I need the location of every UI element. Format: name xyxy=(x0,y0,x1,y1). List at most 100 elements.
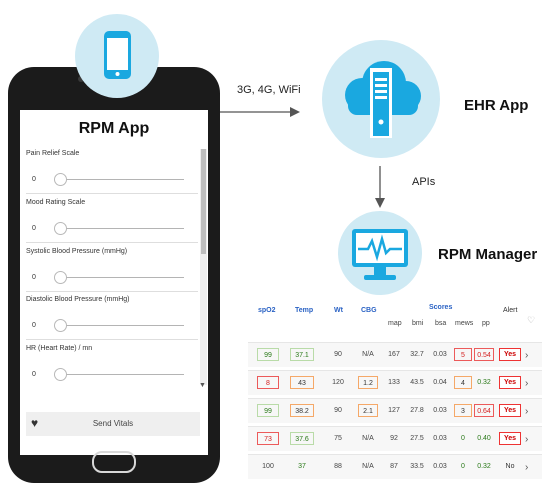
slider-thumb-mood-rating[interactable] xyxy=(54,222,67,235)
table-row[interactable]: 100 37 88 N/A 87 33.5 0.03 0 0.32 No › xyxy=(248,454,542,479)
cell-temp: 37 xyxy=(298,463,306,470)
cell-temp: 37.6 xyxy=(290,432,314,445)
slider-label-systolic: Systolic Blood Pressure (mmHg) xyxy=(26,248,128,255)
slider-value-diastolic: 0 xyxy=(32,322,36,329)
cell-pp: 0.64 xyxy=(474,404,494,417)
cell-cbg: 2.1 xyxy=(358,404,378,417)
table-row[interactable]: 8 43 120 1.2 133 43.5 0.04 4 0.32 Yes › xyxy=(248,370,542,395)
divider xyxy=(26,339,198,340)
slider-label-mood-rating: Mood Rating Scale xyxy=(26,199,86,206)
cell-map: 92 xyxy=(390,435,398,442)
cell-temp: 37.1 xyxy=(290,348,314,361)
header-map: map xyxy=(388,320,402,327)
chevron-right-icon[interactable]: › xyxy=(525,343,528,367)
cell-mews: 3 xyxy=(454,404,472,417)
table-row[interactable]: 99 38.2 90 2.1 127 27.8 0.03 3 0.64 Yes … xyxy=(248,398,542,423)
cell-bmi: 32.7 xyxy=(410,351,424,358)
slider-track-diastolic[interactable] xyxy=(62,325,184,326)
cell-temp: 43 xyxy=(290,376,314,389)
cell-spo2: 99 xyxy=(257,348,279,361)
cell-pp: 0.54 xyxy=(474,348,494,361)
smartphone-icon xyxy=(75,14,159,98)
cloud-server-icon xyxy=(322,40,440,158)
slider-thumb-heart-rate[interactable] xyxy=(54,368,67,381)
slider-value-pain-relief: 0 xyxy=(32,176,36,183)
cell-bsa: 0.03 xyxy=(433,463,447,470)
monitor-heartbeat-icon xyxy=(338,211,422,295)
header-bmi: bmi xyxy=(412,320,424,327)
alert-badge[interactable]: Yes xyxy=(499,376,521,389)
table-row[interactable]: 99 37.1 90 N/A 167 32.7 0.03 5 0.54 Yes … xyxy=(248,342,542,367)
smartphone-glyph xyxy=(104,31,131,79)
alert-badge[interactable]: Yes xyxy=(499,348,521,361)
header-wt: Wt xyxy=(334,307,343,314)
slider-track-heart-rate[interactable] xyxy=(62,374,184,375)
cell-spo2: 8 xyxy=(257,376,279,389)
send-vitals-label: Send Vitals xyxy=(92,419,134,428)
cell-pp: 0.40 xyxy=(477,435,491,442)
alert-badge[interactable]: Yes xyxy=(499,432,521,445)
cell-spo2: 100 xyxy=(262,463,274,470)
header-temp: Temp xyxy=(295,307,314,314)
cell-wt: 90 xyxy=(334,407,342,414)
chevron-right-icon[interactable]: › xyxy=(525,371,528,395)
header-spo2: spO2 xyxy=(258,307,276,314)
slider-track-systolic[interactable] xyxy=(62,277,184,278)
heart-outline-icon[interactable]: ♡ xyxy=(527,315,535,326)
table-row[interactable]: 73 37.6 75 N/A 92 27.5 0.03 0 0.40 Yes › xyxy=(248,426,542,451)
slider-thumb-pain-relief[interactable] xyxy=(54,173,67,186)
cell-wt: 90 xyxy=(334,351,342,358)
cell-map: 133 xyxy=(388,379,400,386)
cell-bmi: 43.5 xyxy=(410,379,424,386)
header-pp: pp xyxy=(482,320,490,327)
alert-badge[interactable]: Yes xyxy=(499,404,521,417)
vitals-table: spO2 Temp Wt CBG Scores map bmi bsa mews… xyxy=(248,296,542,486)
phone-mockup: RPM App ▼ Pain Relief Scale 0 Mood Ratin… xyxy=(8,67,220,483)
header-scores: Scores xyxy=(429,304,453,311)
cell-cbg: 1.2 xyxy=(358,376,378,389)
cell-pp: 0.32 xyxy=(477,463,491,470)
cell-pp: 0.32 xyxy=(477,379,491,386)
cell-spo2: 99 xyxy=(257,404,279,417)
phone-screen: RPM App ▼ Pain Relief Scale 0 Mood Ratin… xyxy=(20,110,208,455)
divider xyxy=(26,291,198,292)
cell-bsa: 0.04 xyxy=(433,379,447,386)
slider-label-pain-relief: Pain Relief Scale xyxy=(26,150,80,157)
divider xyxy=(26,193,198,194)
connection-label: 3G, 4G, WiFi xyxy=(237,84,301,96)
app-title: RPM App xyxy=(78,120,150,137)
phone-to-ehr-arrow xyxy=(220,107,300,117)
slider-label-diastolic: Diastolic Blood Pressure (mmHg) xyxy=(26,296,130,303)
slider-thumb-diastolic[interactable] xyxy=(54,319,67,332)
cell-map: 127 xyxy=(388,407,400,414)
chevron-right-icon[interactable]: › xyxy=(525,427,528,451)
alert-badge[interactable]: No xyxy=(499,455,521,479)
header-alert: Alert xyxy=(503,307,518,314)
cell-map: 167 xyxy=(388,351,400,358)
send-vitals-button[interactable]: ♥ Send Vitals xyxy=(26,412,200,436)
scrollbar-thumb[interactable] xyxy=(201,149,206,254)
header-cbg: CBG xyxy=(361,307,377,314)
cell-temp: 38.2 xyxy=(290,404,314,417)
slider-track-mood-rating[interactable] xyxy=(62,228,184,229)
rpm-manager-label: RPM Manager xyxy=(438,246,538,263)
cell-wt: 88 xyxy=(334,463,342,470)
cell-wt: 120 xyxy=(332,379,344,386)
scroll-down-icon[interactable]: ▼ xyxy=(199,382,206,389)
chevron-right-icon[interactable]: › xyxy=(525,455,528,479)
slider-value-heart-rate: 0 xyxy=(32,371,36,378)
slider-track-pain-relief[interactable] xyxy=(62,179,184,180)
cell-mews: 0 xyxy=(461,463,465,470)
slider-thumb-systolic[interactable] xyxy=(54,271,67,284)
cell-spo2: 73 xyxy=(257,432,279,445)
cell-mews: 0 xyxy=(461,435,465,442)
chevron-right-icon[interactable]: › xyxy=(525,399,528,423)
cell-bmi: 27.8 xyxy=(410,407,424,414)
cell-mews: 5 xyxy=(454,348,472,361)
cell-bsa: 0.03 xyxy=(433,351,447,358)
slider-value-systolic: 0 xyxy=(32,274,36,281)
header-bsa: bsa xyxy=(435,320,447,327)
cell-bmi: 27.5 xyxy=(410,435,424,442)
cell-cbg: N/A xyxy=(362,351,374,358)
cell-map: 87 xyxy=(390,463,398,470)
